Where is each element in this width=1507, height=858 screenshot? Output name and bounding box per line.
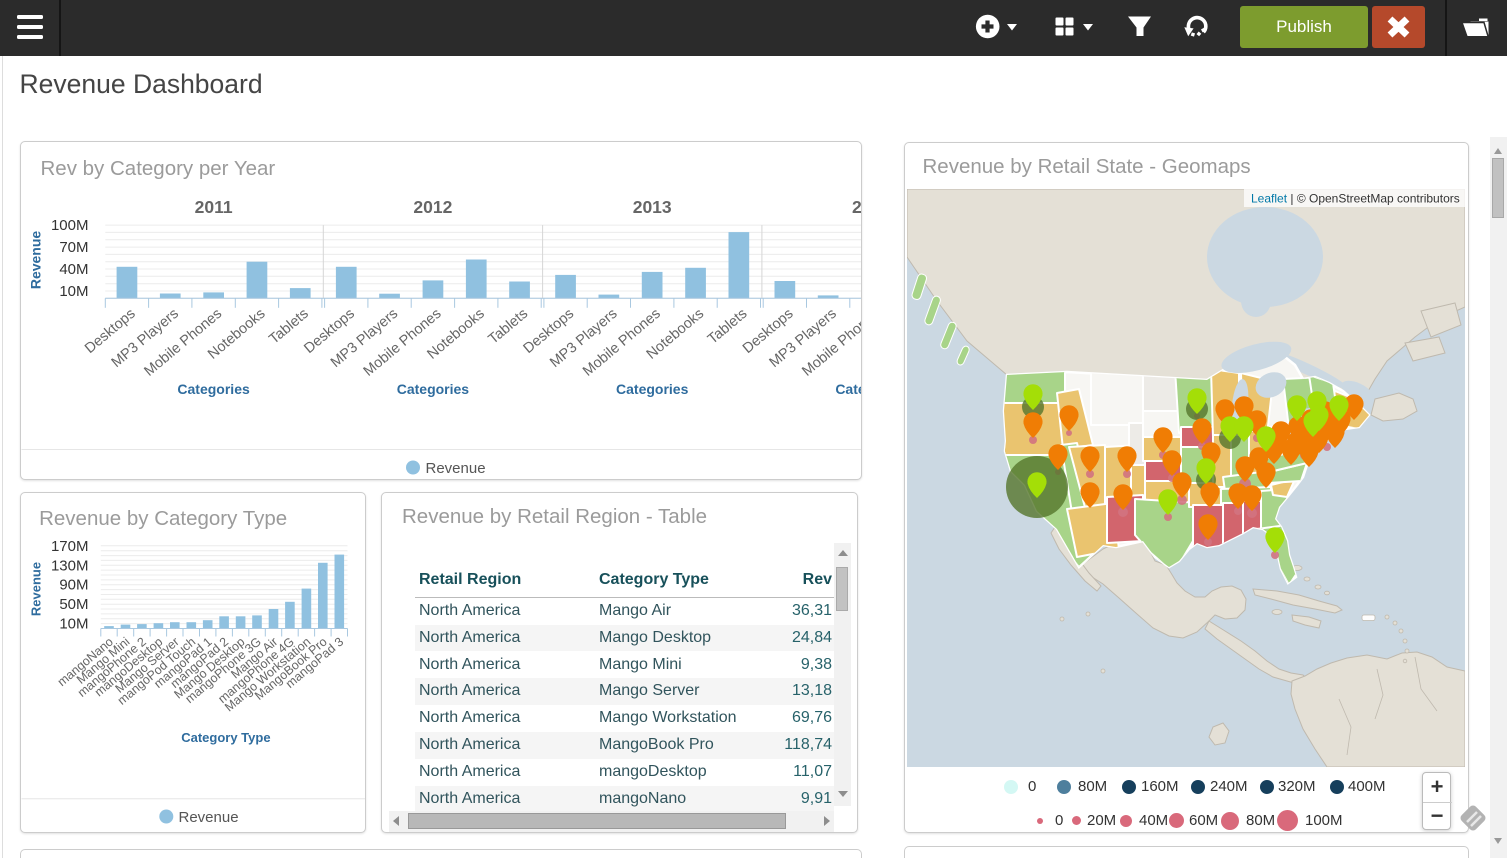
svg-text:Mobile Phones: Mobile Phones [141,306,225,380]
svg-text:Categories: Categories [616,381,689,397]
svg-text:Categories: Categories [397,381,470,397]
svg-text:70M: 70M [59,239,88,256]
svg-text:Categories: Categories [835,381,862,397]
svg-text:Mobile Phones: Mobile Phones [580,306,664,380]
svg-text:100M: 100M [51,217,89,234]
svg-text:Revenue: Revenue [179,809,239,826]
svg-text:2014: 2014 [852,197,862,217]
svg-text:Category Type: Category Type [181,730,270,745]
svg-text:10M: 10M [59,616,88,633]
svg-text:2011: 2011 [195,197,233,217]
svg-text:Revenue: Revenue [28,231,44,290]
svg-text:2012: 2012 [413,197,452,217]
svg-text:10M: 10M [59,283,88,300]
svg-text:Leaflet | © OpenStreetMap cont: Leaflet | © OpenStreetMap contributors [1251,192,1460,206]
svg-text:50M: 50M [59,596,88,613]
svg-text:Revenue: Revenue [426,460,486,477]
svg-text:Revenue: Revenue [29,562,44,616]
svg-text:90M: 90M [59,577,88,594]
svg-text:130M: 130M [51,557,89,574]
svg-text:40M: 40M [59,261,88,278]
svg-text:2013: 2013 [633,197,672,217]
svg-text:Revenue by Category Type: Revenue by Category Type [39,507,287,530]
svg-text:Categories: Categories [177,381,250,397]
svg-text:Rev by Category per Year: Rev by Category per Year [41,157,276,180]
svg-text:Mobile Phones: Mobile Phones [361,306,445,380]
svg-text:170M: 170M [51,538,89,555]
